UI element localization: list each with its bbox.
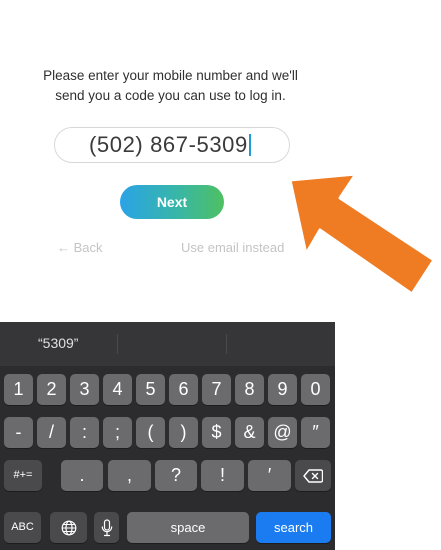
- instruction-line-1: Please enter your mobile number and we'l…: [43, 68, 298, 83]
- key-microphone[interactable]: [94, 512, 119, 543]
- key-exclamation[interactable]: !: [201, 460, 244, 491]
- key-ampersand[interactable]: &: [235, 417, 264, 448]
- key-quote[interactable]: ″: [301, 417, 330, 448]
- suggestion-item[interactable]: “5309”: [38, 335, 78, 351]
- suggestion-bar: “5309”: [0, 322, 335, 366]
- suggestion-divider: [117, 334, 118, 354]
- key-9[interactable]: 9: [268, 374, 297, 405]
- suggestion-divider: [226, 334, 227, 354]
- numeric-keyboard: “5309” 1 2 3 4 5 6 7 8 9 0 - / : ; ( ) $…: [0, 322, 335, 550]
- key-slash[interactable]: /: [37, 417, 66, 448]
- key-comma[interactable]: ,: [108, 460, 151, 491]
- phone-number-value: (502) 867-5309: [89, 132, 251, 158]
- key-4[interactable]: 4: [103, 374, 132, 405]
- key-open-paren[interactable]: (: [136, 417, 165, 448]
- microphone-icon: [101, 519, 112, 537]
- key-dollar[interactable]: $: [202, 417, 231, 448]
- backspace-icon: [303, 469, 324, 483]
- login-screen: Please enter your mobile number and we'l…: [0, 0, 441, 550]
- key-7[interactable]: 7: [202, 374, 231, 405]
- next-button[interactable]: Next: [120, 185, 224, 219]
- key-3[interactable]: 3: [70, 374, 99, 405]
- globe-icon: [61, 520, 76, 536]
- key-abc[interactable]: ABC: [4, 512, 41, 543]
- phone-number-text: (502) 867-5309: [89, 132, 248, 157]
- key-8[interactable]: 8: [235, 374, 264, 405]
- key-semicolon[interactable]: ;: [103, 417, 132, 448]
- key-apostrophe[interactable]: ′: [248, 460, 291, 491]
- key-colon[interactable]: :: [70, 417, 99, 448]
- text-cursor: [248, 134, 251, 156]
- key-close-paren[interactable]: ): [169, 417, 198, 448]
- instruction-line-2: send you a code you can use to log in.: [55, 88, 286, 103]
- back-link[interactable]: ← Back: [57, 240, 103, 255]
- key-search[interactable]: search: [256, 512, 331, 543]
- pointer-arrow-annotation: [288, 172, 436, 296]
- instruction-text: Please enter your mobile number and we'l…: [0, 66, 341, 106]
- key-more-symbols[interactable]: #+=: [4, 460, 42, 491]
- key-0[interactable]: 0: [301, 374, 330, 405]
- key-question[interactable]: ?: [155, 460, 197, 491]
- key-6[interactable]: 6: [169, 374, 198, 405]
- key-globe[interactable]: [50, 512, 87, 543]
- phone-number-input[interactable]: (502) 867-5309: [54, 127, 290, 163]
- use-email-link[interactable]: Use email instead: [181, 240, 284, 255]
- key-at[interactable]: @: [268, 417, 297, 448]
- key-2[interactable]: 2: [37, 374, 66, 405]
- key-1[interactable]: 1: [4, 374, 33, 405]
- key-space[interactable]: space: [127, 512, 249, 543]
- key-delete[interactable]: [295, 460, 331, 491]
- key-hyphen[interactable]: -: [4, 417, 33, 448]
- key-5[interactable]: 5: [136, 374, 165, 405]
- key-period[interactable]: .: [61, 460, 103, 491]
